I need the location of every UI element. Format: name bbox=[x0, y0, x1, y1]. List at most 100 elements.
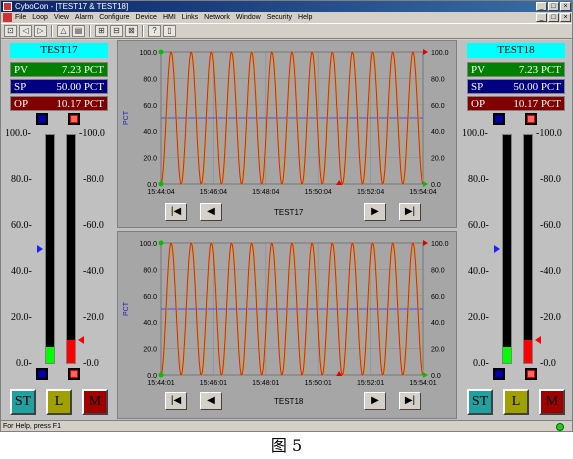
manual-button[interactable]: M bbox=[539, 389, 565, 415]
toolbar-alarm-icon[interactable]: △ bbox=[57, 25, 70, 37]
local-button[interactable]: L bbox=[503, 389, 529, 415]
sp-decrease-button[interactable] bbox=[493, 368, 505, 380]
toolbar-lock-icon[interactable]: ⊠ bbox=[125, 25, 138, 37]
y-tick-label-right: 100.0 bbox=[431, 241, 449, 248]
sp-display[interactable]: SP 50.00 PCT bbox=[10, 79, 108, 94]
menu-window[interactable]: Window bbox=[236, 12, 261, 23]
pv-value: 7.23 PCT bbox=[61, 64, 104, 76]
op-display[interactable]: OP 10.17 PCT bbox=[467, 96, 565, 111]
status-button[interactable]: ST bbox=[467, 389, 493, 415]
y-tick-label-right: 20.0 bbox=[431, 156, 445, 163]
tag-name[interactable]: TEST17 bbox=[10, 43, 108, 58]
y-tick-label-right: 80.0 bbox=[431, 267, 445, 274]
sp-increase-button[interactable] bbox=[36, 113, 48, 125]
op-bargraph bbox=[523, 134, 533, 364]
mdi-minimize-button[interactable]: _ bbox=[536, 13, 547, 22]
nav-first-button[interactable]: |◀ bbox=[165, 392, 187, 410]
nav-next-button[interactable]: ▶ bbox=[364, 392, 386, 410]
op-increase-button[interactable] bbox=[525, 113, 537, 125]
toolbar-help-icon[interactable]: ? bbox=[148, 25, 161, 37]
x-tick-label: 15:44:04 bbox=[147, 189, 174, 196]
nav-first-button[interactable]: |◀ bbox=[165, 203, 187, 221]
trend-panel-test18: 100.0 100.0 80.0 80.0 60.0 60.0 40.0 40.0 20.0 20… bbox=[117, 231, 457, 419]
pv-pen-marker bbox=[158, 49, 164, 55]
op-decrease-button[interactable] bbox=[68, 368, 80, 380]
op-value[interactable]: 10.17 PCT bbox=[56, 97, 104, 112]
menu-view[interactable]: View bbox=[54, 12, 69, 23]
tick-left-60: 60.0- bbox=[468, 220, 489, 231]
menu-hmi[interactable]: HMI bbox=[163, 12, 176, 23]
manual-button[interactable]: M bbox=[82, 389, 108, 415]
minimize-button[interactable]: _ bbox=[536, 2, 547, 11]
mdi-icon[interactable] bbox=[3, 13, 12, 22]
tick-left-100: 100.0- bbox=[462, 128, 488, 139]
nav-prev-button[interactable]: ◀ bbox=[200, 392, 222, 410]
pv-display: PV 7.23 PCT bbox=[467, 62, 565, 77]
toolbar-list-icon[interactable]: ▤ bbox=[72, 25, 85, 37]
local-button[interactable]: L bbox=[46, 389, 72, 415]
menu-links[interactable]: Links bbox=[182, 12, 198, 23]
op-decrease-button[interactable] bbox=[525, 368, 537, 380]
sp-value[interactable]: 50.00 PCT bbox=[56, 80, 104, 95]
tag-name[interactable]: TEST18 bbox=[467, 43, 565, 58]
pv-value: 7.23 PCT bbox=[518, 64, 561, 76]
toolbar-context-help-icon[interactable]: ▯ bbox=[163, 25, 176, 37]
y-tick-label-right: 100.0 bbox=[431, 50, 449, 57]
pv-bargraph bbox=[502, 134, 512, 364]
tick-right-80: -80.0 bbox=[540, 174, 561, 185]
op-display[interactable]: OP 10.17 PCT bbox=[10, 96, 108, 111]
maximize-button[interactable]: □ bbox=[548, 2, 559, 11]
menu-configure[interactable]: Configure bbox=[99, 12, 129, 23]
mdi-restore-button[interactable]: □ bbox=[548, 13, 559, 22]
menu-help[interactable]: Help bbox=[298, 12, 312, 23]
y-tick-label-right: 0.0 bbox=[431, 182, 441, 189]
op-marker[interactable] bbox=[78, 335, 84, 344]
toolbar-forward-icon[interactable]: ▷ bbox=[34, 25, 47, 37]
status-button[interactable]: ST bbox=[10, 389, 36, 415]
sp-marker[interactable] bbox=[494, 245, 500, 253]
y-tick-label-left: 0.0 bbox=[147, 182, 157, 189]
op-value[interactable]: 10.17 PCT bbox=[513, 97, 561, 112]
sp-increase-button[interactable] bbox=[493, 113, 505, 125]
y-tick-label-left: 80.0 bbox=[143, 76, 157, 83]
pv-pen-marker-right bbox=[423, 181, 428, 187]
menu-device[interactable]: Device bbox=[136, 12, 157, 23]
nav-prev-button[interactable]: ◀ bbox=[200, 203, 222, 221]
sp-decrease-button[interactable] bbox=[36, 368, 48, 380]
nav-last-button[interactable]: ▶| bbox=[399, 392, 421, 410]
tick-right-20: -20.0 bbox=[540, 312, 561, 323]
menu-loop[interactable]: Loop bbox=[32, 12, 48, 23]
mdi-close-button[interactable]: × bbox=[560, 13, 571, 22]
trend-chart-test18: 100.0 100.0 80.0 80.0 60.0 60.0 40.0 40.0 20.0 20… bbox=[123, 240, 449, 387]
pv-bar-fill bbox=[503, 346, 511, 363]
close-button[interactable]: × bbox=[560, 2, 571, 11]
x-tick-label: 15:46:01 bbox=[200, 380, 227, 387]
trend-area: 100.0 100.0 80.0 80.0 60.0 60.0 40.0 40.0 20.0 20… bbox=[117, 40, 457, 420]
tick-left-60: 60.0- bbox=[11, 220, 32, 231]
tick-right-40: -40.0 bbox=[540, 266, 561, 277]
nav-last-button[interactable]: ▶| bbox=[399, 203, 421, 221]
tick-right-40: -40.0 bbox=[83, 266, 104, 277]
menu-network[interactable]: Network bbox=[204, 12, 230, 23]
toolbar-panel-icon[interactable]: ⊟ bbox=[110, 25, 123, 37]
toolbar-grid-icon[interactable]: ⊞ bbox=[95, 25, 108, 37]
sp-marker[interactable] bbox=[37, 245, 43, 253]
toolbar-icon-1[interactable]: ⊡ bbox=[4, 25, 17, 37]
x-tick-label: 15:52:04 bbox=[357, 189, 384, 196]
menu-file[interactable]: File bbox=[15, 12, 26, 23]
op-marker[interactable] bbox=[535, 335, 541, 344]
toolbar-back-icon[interactable]: ◁ bbox=[19, 25, 32, 37]
window-title: CyboCon - [TEST17 & TEST18] bbox=[15, 2, 129, 11]
sp-value[interactable]: 50.00 PCT bbox=[513, 80, 561, 95]
op-increase-button[interactable] bbox=[68, 113, 80, 125]
op-pen-marker bbox=[423, 49, 428, 55]
x-tick-label: 15:48:01 bbox=[252, 380, 279, 387]
x-tick-label: 15:46:04 bbox=[200, 189, 227, 196]
menu-security[interactable]: Security bbox=[267, 12, 292, 23]
y-tick-label-right: 60.0 bbox=[431, 103, 445, 110]
x-tick-label: 15:54:04 bbox=[409, 189, 436, 196]
y-tick-label-right: 0.0 bbox=[431, 373, 441, 380]
sp-display[interactable]: SP 50.00 PCT bbox=[467, 79, 565, 94]
menu-alarm[interactable]: Alarm bbox=[75, 12, 93, 23]
nav-next-button[interactable]: ▶ bbox=[364, 203, 386, 221]
